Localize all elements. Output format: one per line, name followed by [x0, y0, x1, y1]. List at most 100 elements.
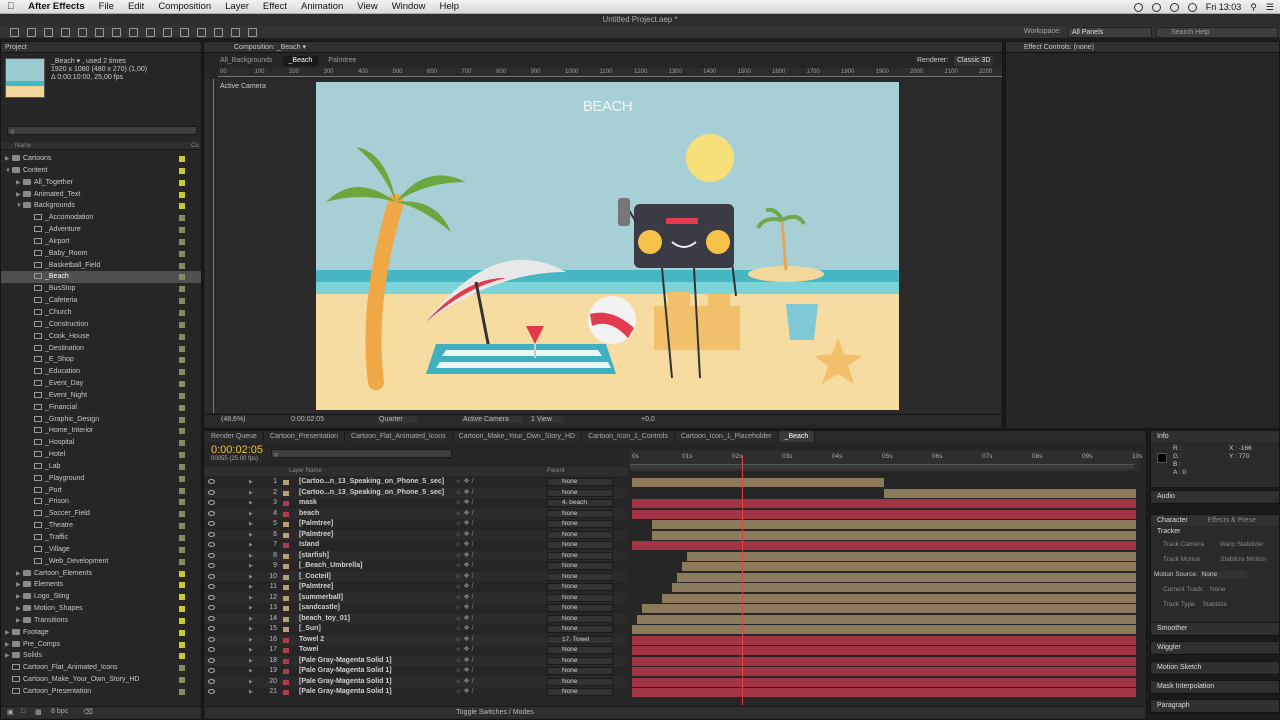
renderer-select[interactable]: Classic 3D: [954, 56, 994, 66]
clone-tool-icon[interactable]: [180, 28, 189, 37]
composition-tab[interactable]: Composition: _Beach ▾: [204, 42, 1002, 53]
layer-name-header[interactable]: Layer Name: [289, 468, 322, 474]
project-item[interactable]: ▼ Backgrounds: [1, 200, 201, 212]
project-search-input[interactable]: ⚲: [7, 126, 197, 136]
label-color-swatch[interactable]: [179, 546, 185, 553]
pan-behind-tool-icon[interactable]: [95, 28, 104, 37]
project-item[interactable]: _Port: [1, 485, 201, 497]
comment-column-header[interactable]: Co: [191, 142, 199, 150]
project-item[interactable]: _Event_Night: [1, 390, 201, 402]
track-camera-button[interactable]: Track Camera: [1163, 541, 1204, 548]
project-item[interactable]: _Education: [1, 366, 201, 378]
new-folder-icon[interactable]: □: [21, 708, 25, 715]
menu-effect[interactable]: Effect: [256, 1, 294, 12]
label-color-swatch[interactable]: [179, 440, 185, 447]
magnification-select[interactable]: (48,6%): [221, 416, 246, 423]
project-item[interactable]: _Home_Interior: [1, 425, 201, 437]
menu-edit[interactable]: Edit: [121, 1, 151, 12]
zoom-tool-icon[interactable]: [44, 28, 53, 37]
label-color-swatch[interactable]: [179, 617, 185, 624]
label-color-swatch[interactable]: [179, 227, 185, 234]
track-type-select[interactable]: Stabilize: [1202, 601, 1227, 608]
eraser-tool-icon[interactable]: [197, 28, 206, 37]
label-color-swatch[interactable]: [179, 523, 185, 530]
puppet-tool-icon[interactable]: [231, 28, 240, 37]
axis-tool-icon[interactable]: [248, 28, 257, 37]
project-item[interactable]: ▶ Cartoons: [1, 153, 201, 165]
roto-brush-tool-icon[interactable]: [214, 28, 223, 37]
timeline-tab[interactable]: Cartoon_Make_Your_Own_Story_HD: [453, 431, 583, 442]
label-color-swatch[interactable]: [179, 499, 185, 506]
label-color-swatch[interactable]: [179, 688, 185, 695]
project-item[interactable]: _Airport: [1, 236, 201, 248]
timeline-tab[interactable]: Cartoon_Flat_Animated_Icons: [345, 431, 453, 442]
rectangle-tool-icon[interactable]: [112, 28, 121, 37]
brush-tool-icon[interactable]: [163, 28, 172, 37]
label-color-swatch[interactable]: [179, 452, 185, 459]
info-icon[interactable]: [1169, 2, 1179, 12]
workspace-select[interactable]: All Panels: [1068, 27, 1152, 38]
project-item[interactable]: _Village: [1, 544, 201, 556]
pen-tool-icon[interactable]: [129, 28, 138, 37]
label-color-swatch[interactable]: [179, 286, 185, 293]
project-item[interactable]: _Baby_Room: [1, 248, 201, 260]
project-item[interactable]: _Destination: [1, 343, 201, 355]
project-item[interactable]: ▶ Cartoon_Elements: [1, 568, 201, 580]
camera-select[interactable]: Active Camera: [461, 416, 523, 423]
label-color-swatch[interactable]: [179, 156, 185, 162]
project-item[interactable]: ▶ Footage: [1, 627, 201, 639]
current-track-select[interactable]: None: [1210, 586, 1226, 593]
label-color-swatch[interactable]: [179, 428, 185, 435]
breadcrumb-palmtree[interactable]: Palmtree: [328, 56, 356, 66]
clock[interactable]: Fri 13:03: [1206, 2, 1242, 12]
info-tab[interactable]: Info: [1151, 431, 1279, 442]
motion-source-select[interactable]: None: [1199, 571, 1248, 578]
label-color-swatch[interactable]: [179, 215, 185, 222]
project-item[interactable]: _Financial: [1, 402, 201, 414]
effects-presets-tab[interactable]: Effects & Prese: [1208, 517, 1256, 524]
time-ruler[interactable]: 0s 01s 02s 03s 04s 05s 06s 07s 08s 09s 10s: [630, 451, 1142, 471]
new-comp-icon[interactable]: ▩: [35, 708, 42, 716]
project-item[interactable]: ▼ Content: [1, 165, 201, 177]
wifi-icon[interactable]: [1187, 2, 1197, 12]
label-color-swatch[interactable]: [179, 238, 185, 245]
label-color-swatch[interactable]: [179, 191, 185, 198]
label-color-swatch[interactable]: [179, 463, 185, 470]
menu-composition[interactable]: Composition: [151, 1, 218, 12]
label-color-swatch[interactable]: [179, 653, 185, 660]
project-item[interactable]: _Hotel: [1, 449, 201, 461]
label-color-swatch[interactable]: [179, 250, 185, 257]
label-color-swatch[interactable]: [179, 357, 185, 364]
resolution-select[interactable]: Quarter: [377, 416, 417, 423]
current-time-display[interactable]: 0:00:02:05: [291, 416, 324, 423]
menu-animation[interactable]: Animation: [294, 1, 350, 12]
warp-stabilizer-button[interactable]: Warp Stabilizer: [1220, 541, 1264, 548]
apple-icon[interactable]: : [0, 1, 21, 12]
label-color-swatch[interactable]: [179, 665, 185, 672]
wiggler-tab[interactable]: Wiggler: [1151, 642, 1279, 653]
audio-tab[interactable]: Audio: [1151, 491, 1279, 502]
tracker-tab[interactable]: Tracker: [1151, 526, 1279, 537]
project-item[interactable]: _Prison: [1, 496, 201, 508]
smoother-tab[interactable]: Smoother: [1151, 623, 1279, 634]
app-menu[interactable]: After Effects: [21, 1, 92, 12]
project-item[interactable]: _Beach: [1, 271, 201, 284]
project-item[interactable]: _Cook_House: [1, 331, 201, 343]
camera-tool-icon[interactable]: [78, 28, 87, 37]
project-item[interactable]: ▶ All_Together: [1, 177, 201, 189]
status-icon[interactable]: [1133, 2, 1143, 12]
label-color-swatch[interactable]: [179, 298, 185, 305]
label-color-swatch[interactable]: [179, 475, 185, 482]
timeline-tab[interactable]: Cartoon_Presentation: [264, 431, 346, 442]
label-color-swatch[interactable]: [179, 203, 185, 210]
project-item[interactable]: ▶ Transitions: [1, 615, 201, 627]
name-column-header[interactable]: Name: [15, 143, 31, 149]
project-item[interactable]: ▶ Pre_Comps: [1, 639, 201, 651]
trash-icon[interactable]: ⌫: [83, 708, 93, 716]
hand-tool-icon[interactable]: [27, 28, 36, 37]
label-color-swatch[interactable]: [179, 381, 185, 388]
motion-sketch-tab[interactable]: Motion Sketch: [1151, 662, 1279, 673]
timeline-tab[interactable]: Render Queue: [205, 431, 264, 442]
project-item[interactable]: ▶ Logo_Sting: [1, 591, 201, 603]
bpc-button[interactable]: 8 bpc: [51, 708, 68, 715]
